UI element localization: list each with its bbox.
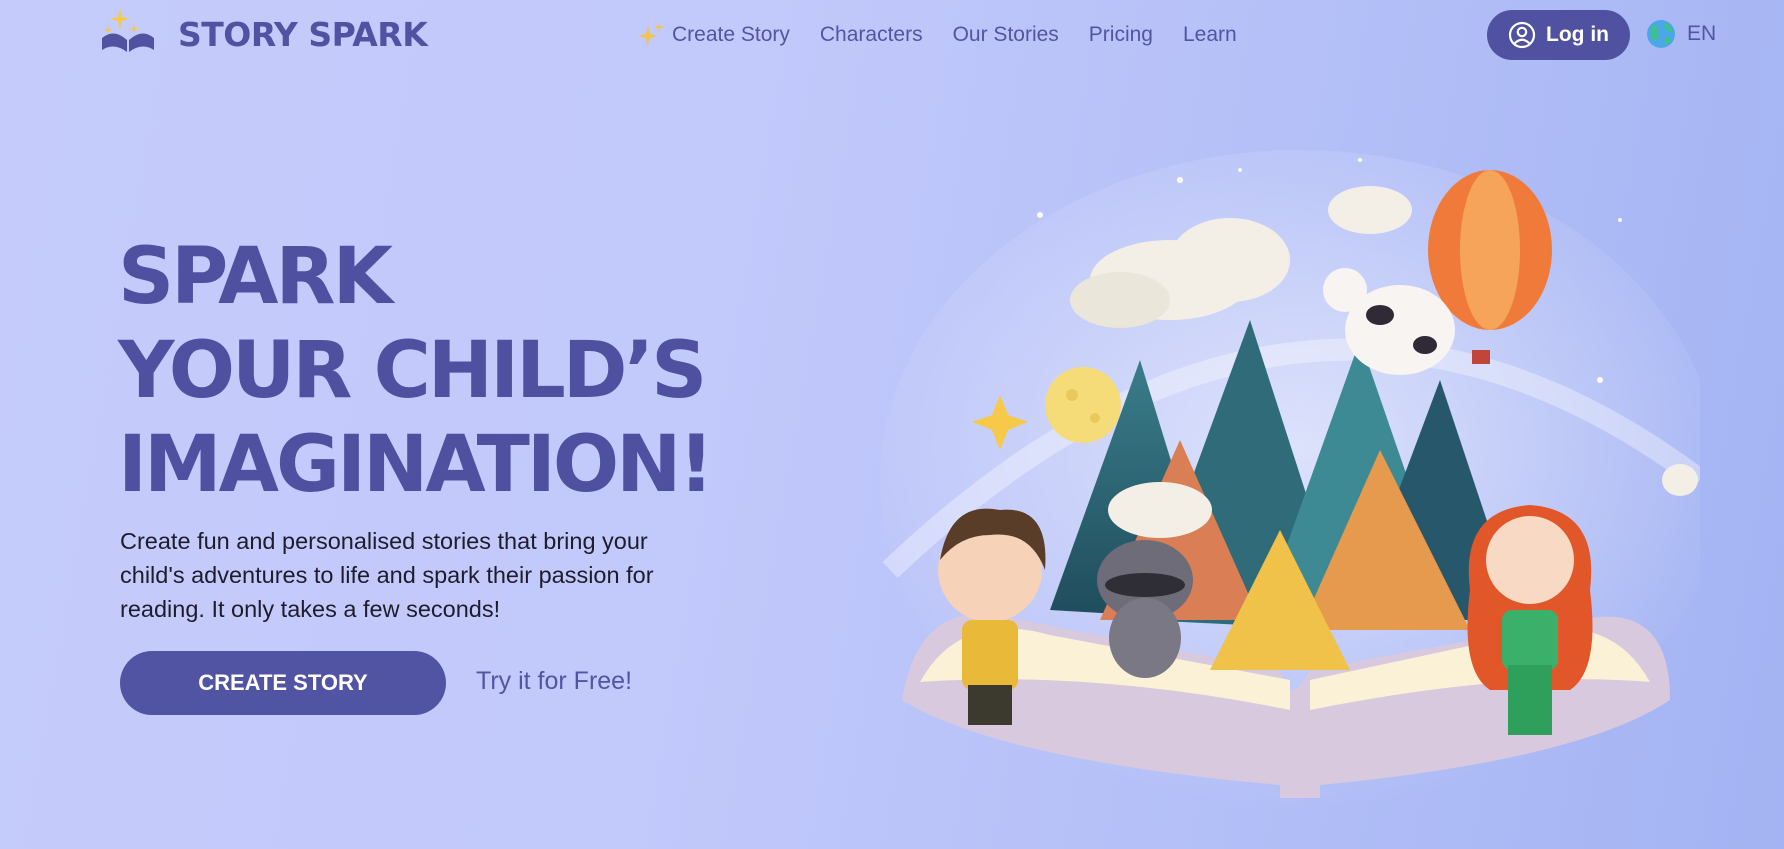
hero-description-line: reading. It only takes a few seconds! [120, 596, 501, 622]
nav-item-label: Our Stories [952, 23, 1059, 46]
nav-item-pricing[interactable]: Pricing [1089, 23, 1153, 47]
try-free-link[interactable]: Try it for Free! [476, 667, 632, 696]
create-story-button[interactable]: CREATE STORY [120, 651, 446, 715]
nav-item-characters[interactable]: Characters [820, 23, 923, 47]
nav-item-our-stories[interactable]: Our Stories [953, 23, 1059, 47]
hero-title-line: SPARK [118, 232, 393, 322]
hero-title-line: IMAGINATION! [118, 420, 714, 510]
hero-description-line: child's adventures to life and spark the… [120, 562, 654, 588]
nav-item-label: Learn [1183, 23, 1237, 46]
main-nav: Create Story Characters Our Stories Pric… [636, 0, 1267, 70]
site-header: STORY SPARK Create Story Characters Our … [0, 0, 1784, 70]
sparkles-icon [638, 22, 664, 46]
nav-item-label: Create Story [672, 23, 790, 46]
login-button[interactable]: Log in [1487, 10, 1630, 60]
hero-illustration [880, 150, 1700, 810]
language-selector[interactable]: EN [1645, 18, 1716, 50]
brand[interactable]: STORY SPARK [98, 0, 428, 70]
nav-item-label: Pricing [1088, 23, 1153, 46]
hero-title-line: YOUR CHILD’S [118, 326, 707, 416]
hero-description: Create fun and personalised stories that… [120, 524, 740, 626]
hero-description-line: Create fun and personalised stories that… [120, 528, 648, 554]
nav-item-label: Characters [819, 23, 923, 46]
open-book-sparkle-logo [102, 8, 154, 52]
hero-title: SPARK YOUR CHILD’S IMAGINATION! [118, 230, 818, 512]
nav-item-learn[interactable]: Learn [1183, 23, 1237, 47]
nav-item-create-story[interactable]: Create Story [636, 20, 790, 50]
login-label: Log in [1546, 23, 1609, 46]
brand-name: STORY SPARK [178, 14, 428, 54]
language-label: EN [1687, 22, 1717, 45]
moon [1045, 367, 1121, 443]
user-circle-icon [1508, 21, 1536, 49]
globe-icon [1647, 20, 1675, 48]
